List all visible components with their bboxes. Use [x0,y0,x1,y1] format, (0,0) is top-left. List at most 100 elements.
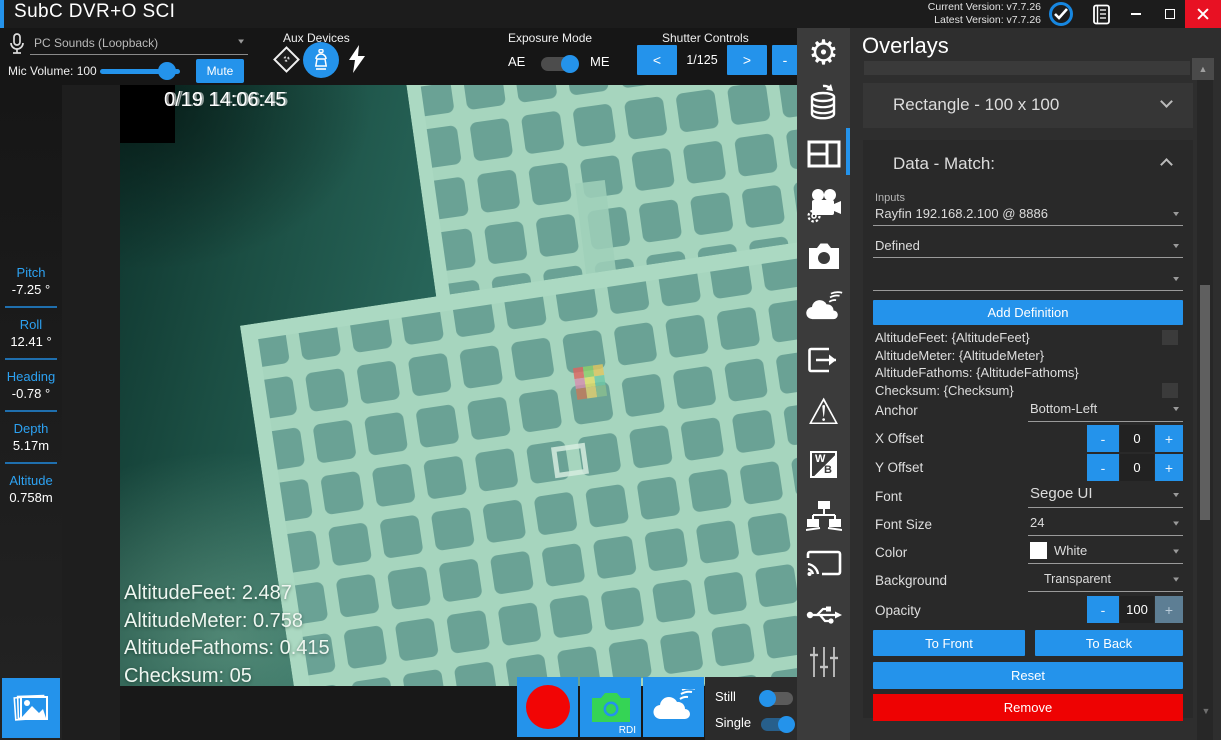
usb-button[interactable] [797,594,850,634]
overlay-line: Checksum: 05 [124,663,330,687]
title-bar: SubC DVR+O SCI Current Version: v7.7.26 … [0,0,1221,28]
chevron-down-icon [1171,274,1181,285]
definition-line[interactable]: AltitudeFeet: {AltitudeFeet} [875,329,1079,347]
release-notes-icon[interactable] [1091,4,1111,25]
color-marker [573,364,607,400]
scrollbar-thumb[interactable] [1200,285,1210,520]
still-mode-toggle[interactable] [761,692,793,705]
single-mode-toggle[interactable] [761,718,793,731]
storage-button[interactable] [797,82,850,124]
chevron-down-icon [1171,241,1181,252]
minimize-button[interactable] [1119,0,1153,28]
font-size-select[interactable]: 24 [1028,512,1183,536]
gallery-button[interactable] [2,678,60,738]
video-settings-button[interactable] [797,184,850,228]
white-balance-button[interactable]: W B [797,444,850,484]
chevron-down-icon [1160,95,1173,108]
data-match-header[interactable]: Data - Match: [893,154,995,174]
definition-line[interactable]: Checksum: {Checksum} [875,382,1079,400]
y-offset-value: 0 [1120,454,1154,481]
scrollbar-up-button[interactable]: ▲ [1192,58,1214,80]
cast-button[interactable] [797,544,850,584]
add-definition-button[interactable]: Add Definition [873,300,1183,325]
update-check-icon[interactable] [1049,2,1073,26]
lamp-device-button[interactable] [303,42,339,78]
adjustments-button[interactable] [797,642,850,682]
cloud-button[interactable] [797,286,850,328]
font-select[interactable]: Segoe UI [1028,482,1183,508]
rectangle-expander-title: Rectangle - 100 x 100 [893,95,1059,115]
to-back-button[interactable]: To Back [1035,630,1183,656]
still-camera-button[interactable] [797,236,850,276]
color-select[interactable]: White [1028,540,1183,564]
chevron-down-icon [1171,574,1181,585]
iris-minus-button[interactable]: - [772,45,798,75]
telemetry-pitch: Pitch -7.25 ° [0,265,62,297]
definition-line[interactable]: AltitudeMeter: {AltitudeMeter} [875,347,1079,365]
exposure-mode-label: Exposure Mode [508,31,592,45]
input-source-value: Rayfin 192.168.2.100 @ 8886 [875,206,1048,221]
close-button[interactable] [1185,0,1221,28]
definition-marker[interactable] [1162,383,1178,398]
telemetry-sidebar: Pitch -7.25 ° Roll 12.41 ° Heading -0.78… [0,85,62,740]
warning-icon: ⚠ [807,394,839,430]
value-select[interactable] [873,267,1183,291]
minimize-icon [1131,13,1141,15]
settings-button[interactable]: ⚙ [797,34,850,72]
toggle-knob [759,690,776,707]
strobe-inner-icon [282,55,290,63]
cloud-upload-button[interactable] [643,677,704,737]
defined-select[interactable]: Defined [873,234,1183,258]
reset-button[interactable]: Reset [873,662,1183,689]
accent-stripe [0,0,4,28]
strobe-device-icon[interactable] [273,46,300,73]
maximize-button[interactable] [1153,0,1187,28]
cloud-wifi-icon [652,689,696,725]
opacity-minus-button[interactable]: - [1087,596,1119,623]
network-button[interactable] [797,494,850,538]
to-front-button[interactable]: To Front [873,630,1025,656]
rdi-label: RDI [619,725,636,736]
background-select[interactable]: Transparent [1028,568,1183,592]
record-button[interactable] [517,677,578,737]
clipped-overlay-item[interactable] [864,61,1190,75]
anchor-select[interactable]: Bottom-Left [1028,398,1183,422]
chevron-up-icon[interactable] [1160,158,1173,171]
export-button[interactable] [797,340,850,380]
rectangle-expander[interactable]: Rectangle - 100 x 100 [863,83,1193,128]
y-offset-plus-button[interactable]: + [1155,454,1183,481]
alerts-button[interactable]: ⚠ [797,392,850,432]
video-timestamp: 0/19 14:06:45 [164,89,286,112]
telemetry-depth: Depth 5.17m [0,421,62,453]
divider [5,462,57,464]
white-balance-icon: W B [810,451,837,478]
flash-device-icon[interactable] [347,45,367,73]
opacity-plus-button[interactable]: + [1155,596,1183,623]
mic-volume-slider-thumb[interactable] [158,62,176,80]
y-offset-minus-button[interactable]: - [1087,454,1119,481]
audio-device-value: PC Sounds (Loopback) [34,36,158,50]
overlays-layout-button[interactable] [797,133,850,175]
camera-icon [807,242,841,270]
audio-device-select[interactable]: PC Sounds (Loopback) [30,33,248,55]
x-offset-plus-button[interactable]: + [1155,425,1183,452]
shutter-next-button[interactable]: > [727,45,767,75]
movie-camera-icon [806,187,842,225]
chevron-down-icon [1171,546,1181,557]
remove-button[interactable]: Remove [873,694,1183,721]
definition-line[interactable]: AltitudeFathoms: {AltitudeFathoms} [875,364,1079,382]
x-offset-minus-button[interactable]: - [1087,425,1119,452]
video-feed[interactable]: 0/19 14:06:45 AltitudeFeet: 2.487 Altitu… [120,85,797,686]
anchor-label: Anchor [875,403,918,418]
exposure-mode-toggle[interactable] [541,57,577,71]
snapshot-button[interactable]: RDI [580,677,641,737]
shutter-prev-button[interactable]: < [637,45,677,75]
defined-value: Defined [875,238,920,253]
cast-screen-icon [806,550,842,578]
scrollbar-down-button[interactable]: ▼ [1200,706,1212,716]
telemetry-altitude: Altitude 0.758m [0,473,62,505]
definition-marker[interactable] [1162,330,1178,345]
x-offset-label: X Offset [875,431,924,446]
input-source-select[interactable]: Rayfin 192.168.2.100 @ 8886 [873,202,1183,226]
mute-button[interactable]: Mute [196,59,244,83]
